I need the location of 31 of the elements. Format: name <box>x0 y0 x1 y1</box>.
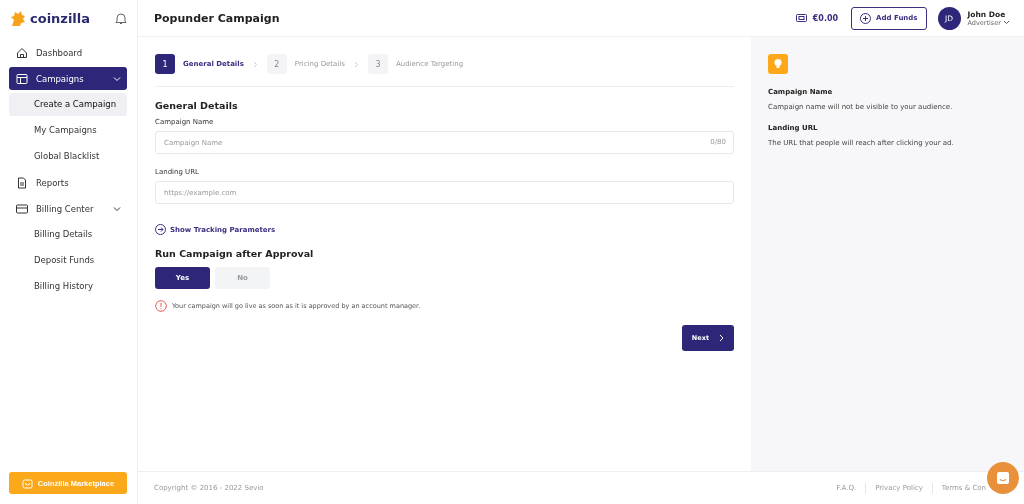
shopping-bag-icon <box>21 477 33 489</box>
submenu-item[interactable]: Create a Campaign <box>9 93 127 116</box>
chevron-icon <box>719 334 724 342</box>
warning-icon <box>155 300 167 312</box>
home-icon <box>16 46 28 59</box>
chevron-icon <box>252 60 258 68</box>
balance-amount: €0.00 <box>812 13 839 23</box>
section-heading: Run Campaign after Approval <box>155 248 315 259</box>
chevron-icon <box>353 60 359 68</box>
nav-item[interactable]: Billing Center <box>9 197 127 220</box>
plus-circle-icon <box>860 12 872 24</box>
nav-item[interactable]: Dashboard <box>9 41 127 64</box>
layout-icon <box>16 72 28 85</box>
submenu-item[interactable]: Global Blacklist <box>9 145 127 168</box>
submenu-item[interactable]: My Campaigns <box>9 119 127 142</box>
bell-icon[interactable] <box>115 11 127 25</box>
section-heading: General Details <box>155 100 239 111</box>
brand-name: coinzilla <box>30 10 91 26</box>
wallet-icon <box>795 13 808 23</box>
nav-item[interactable]: Campaigns <box>9 67 127 90</box>
arrow-circle-icon <box>155 224 166 235</box>
chevron-icon <box>1003 19 1010 25</box>
nav-item[interactable]: Reports <box>9 171 127 194</box>
submenu-item[interactable]: Billing Details <box>9 223 127 246</box>
lightbulb-icon <box>768 54 788 74</box>
card-icon <box>16 202 28 215</box>
document-icon <box>16 176 28 189</box>
submenu-item[interactable]: Deposit Funds <box>9 249 127 272</box>
submenu-item[interactable]: Billing History <box>9 275 127 298</box>
chat-icon <box>996 471 1010 485</box>
page-title: Popunder Campaign <box>154 11 280 25</box>
